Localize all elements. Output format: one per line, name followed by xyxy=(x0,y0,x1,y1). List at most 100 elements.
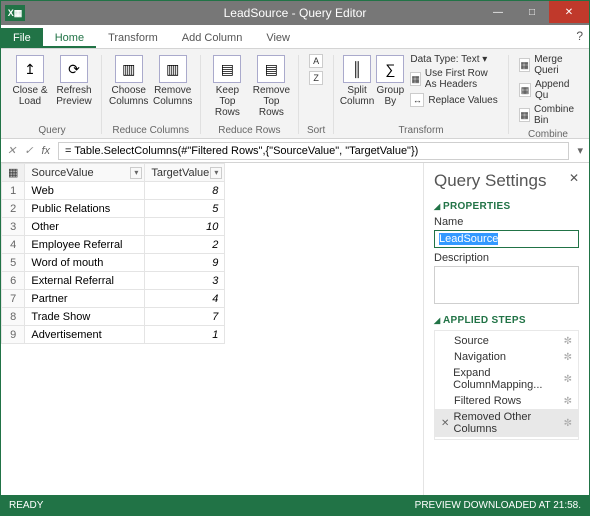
group-transform-label: Transform xyxy=(340,123,502,138)
name-label: Name xyxy=(434,216,579,228)
row-number: 8 xyxy=(2,308,25,326)
gear-icon[interactable]: ✼ xyxy=(564,336,572,347)
name-input[interactable]: LeadSource xyxy=(434,230,579,248)
tab-transform[interactable]: Transform xyxy=(96,28,170,48)
applied-step[interactable]: Expand ColumnMapping...✼ xyxy=(435,365,578,393)
formula-dropdown-icon[interactable]: ▾ xyxy=(577,144,583,157)
data-grid-pane: ▦ SourceValue▾ TargetValue▾ 1Web82Public… xyxy=(1,163,423,495)
col-header-target[interactable]: TargetValue▾ xyxy=(145,164,225,182)
status-left: READY xyxy=(9,500,43,511)
first-row-headers-button[interactable]: ▦Use First Row As Headers xyxy=(406,67,502,91)
group-reduce-rows-label: Reduce Rows xyxy=(206,123,292,138)
refresh-preview-button[interactable]: ⟳ Refresh Preview xyxy=(53,51,95,107)
gear-icon[interactable]: ✼ xyxy=(564,418,572,429)
ribbon: ↥ Close & Load ⟳ Refresh Preview Query ▥… xyxy=(1,49,589,139)
cell-source[interactable]: External Referral xyxy=(25,272,145,290)
choose-columns-button[interactable]: ▥ Choose Columns xyxy=(108,51,150,107)
cell-target[interactable]: 9 xyxy=(145,254,225,272)
table-row[interactable]: 9Advertisement1 xyxy=(2,326,225,344)
cell-source[interactable]: Other xyxy=(25,218,145,236)
query-editor-window: X▦ LeadSource - Query Editor — □ ✕ File … xyxy=(0,0,590,516)
table-row[interactable]: 6External Referral3 xyxy=(2,272,225,290)
group-by-icon: ∑ xyxy=(376,55,404,83)
cell-source[interactable]: Employee Referral xyxy=(25,236,145,254)
remove-top-rows-button[interactable]: ▤ Remove Top Rows xyxy=(250,51,292,118)
sort-asc-icon: A xyxy=(309,54,323,68)
fx-icon[interactable]: fx xyxy=(41,145,50,157)
col-header-source[interactable]: SourceValue▾ xyxy=(25,164,145,182)
close-load-button[interactable]: ↥ Close & Load xyxy=(9,51,51,107)
table-row[interactable]: 5Word of mouth9 xyxy=(2,254,225,272)
row-number: 9 xyxy=(2,326,25,344)
remove-columns-button[interactable]: ▥ Remove Columns xyxy=(152,51,194,107)
row-number: 3 xyxy=(2,218,25,236)
cell-source[interactable]: Partner xyxy=(25,290,145,308)
table-row[interactable]: 7Partner4 xyxy=(2,290,225,308)
cell-target[interactable]: 5 xyxy=(145,200,225,218)
chevron-down-icon[interactable]: ▾ xyxy=(130,167,142,179)
applied-step[interactable]: Source✼ xyxy=(435,333,578,349)
data-type-button[interactable]: Data Type: Text ▾ xyxy=(406,53,502,66)
applied-steps-section[interactable]: APPLIED STEPS xyxy=(434,315,579,326)
cancel-fx-icon[interactable]: ✕ xyxy=(7,144,16,157)
keep-top-rows-button[interactable]: ▤ Keep Top Rows xyxy=(206,51,248,118)
table-row[interactable]: 4Employee Referral2 xyxy=(2,236,225,254)
minimize-button[interactable]: — xyxy=(481,1,515,23)
cell-source[interactable]: Public Relations xyxy=(25,200,145,218)
maximize-button[interactable]: □ xyxy=(515,1,549,23)
properties-section[interactable]: PROPERTIES xyxy=(434,201,579,212)
split-column-button[interactable]: ║ Split Column xyxy=(340,51,374,107)
group-by-button[interactable]: ∑ Group By xyxy=(376,51,404,107)
row-number: 5 xyxy=(2,254,25,272)
cell-source[interactable]: Web xyxy=(25,182,145,200)
cell-target[interactable]: 2 xyxy=(145,236,225,254)
sort-desc-button[interactable]: Z xyxy=(305,70,327,86)
cell-source[interactable]: Advertisement xyxy=(25,326,145,344)
gear-icon[interactable]: ✼ xyxy=(564,352,572,363)
combine-binaries-button[interactable]: ▦Combine Bin xyxy=(515,103,581,127)
applied-step[interactable]: Navigation✼ xyxy=(435,349,578,365)
settings-title: Query Settings xyxy=(434,171,579,191)
cell-target[interactable]: 1 xyxy=(145,326,225,344)
table-row[interactable]: 3Other10 xyxy=(2,218,225,236)
group-sort-label: Sort xyxy=(305,123,327,138)
row-number: 1 xyxy=(2,182,25,200)
help-icon[interactable]: ? xyxy=(576,29,583,43)
table-row[interactable]: 2Public Relations5 xyxy=(2,200,225,218)
cell-target[interactable]: 4 xyxy=(145,290,225,308)
replace-values-button[interactable]: ↔Replace Values xyxy=(406,92,502,108)
cell-target[interactable]: 7 xyxy=(145,308,225,326)
confirm-fx-icon[interactable]: ✓ xyxy=(24,144,33,157)
cell-target[interactable]: 10 xyxy=(145,218,225,236)
tab-file[interactable]: File xyxy=(1,28,43,48)
cell-source[interactable]: Word of mouth xyxy=(25,254,145,272)
description-input[interactable] xyxy=(434,266,579,304)
table-row[interactable]: 1Web8 xyxy=(2,182,225,200)
status-right: PREVIEW DOWNLOADED AT 21:58. xyxy=(415,500,581,511)
step-label: Filtered Rows xyxy=(454,395,521,407)
applied-step[interactable]: Filtered Rows ✼ xyxy=(435,393,578,409)
table-row[interactable]: 8Trade Show7 xyxy=(2,308,225,326)
applied-step[interactable]: ✕Removed Other Columns✼ xyxy=(435,409,578,437)
formula-input[interactable]: = Table.SelectColumns(#"Filtered Rows",{… xyxy=(58,142,569,160)
gear-icon[interactable]: ✼ xyxy=(564,374,572,385)
keep-rows-icon: ▤ xyxy=(213,55,241,83)
merge-queries-button[interactable]: ▦Merge Queri xyxy=(515,53,581,77)
tab-view[interactable]: View xyxy=(254,28,302,48)
append-queries-button[interactable]: ▦Append Qu xyxy=(515,78,581,102)
close-button[interactable]: ✕ xyxy=(549,1,589,23)
cell-source[interactable]: Trade Show xyxy=(25,308,145,326)
close-settings-button[interactable]: ✕ xyxy=(569,171,579,185)
group-query-label: Query xyxy=(9,123,95,138)
chevron-down-icon[interactable]: ▾ xyxy=(210,167,222,179)
select-all-corner[interactable]: ▦ xyxy=(2,164,25,182)
sort-asc-button[interactable]: A xyxy=(305,53,327,69)
gear-icon[interactable]: ✼ xyxy=(564,396,572,407)
tab-add-column[interactable]: Add Column xyxy=(170,28,255,48)
cell-target[interactable]: 3 xyxy=(145,272,225,290)
tab-home[interactable]: Home xyxy=(43,28,96,48)
status-bar: READY PREVIEW DOWNLOADED AT 21:58. xyxy=(1,495,589,515)
row-number: 4 xyxy=(2,236,25,254)
cell-target[interactable]: 8 xyxy=(145,182,225,200)
delete-step-icon[interactable]: ✕ xyxy=(441,418,451,429)
